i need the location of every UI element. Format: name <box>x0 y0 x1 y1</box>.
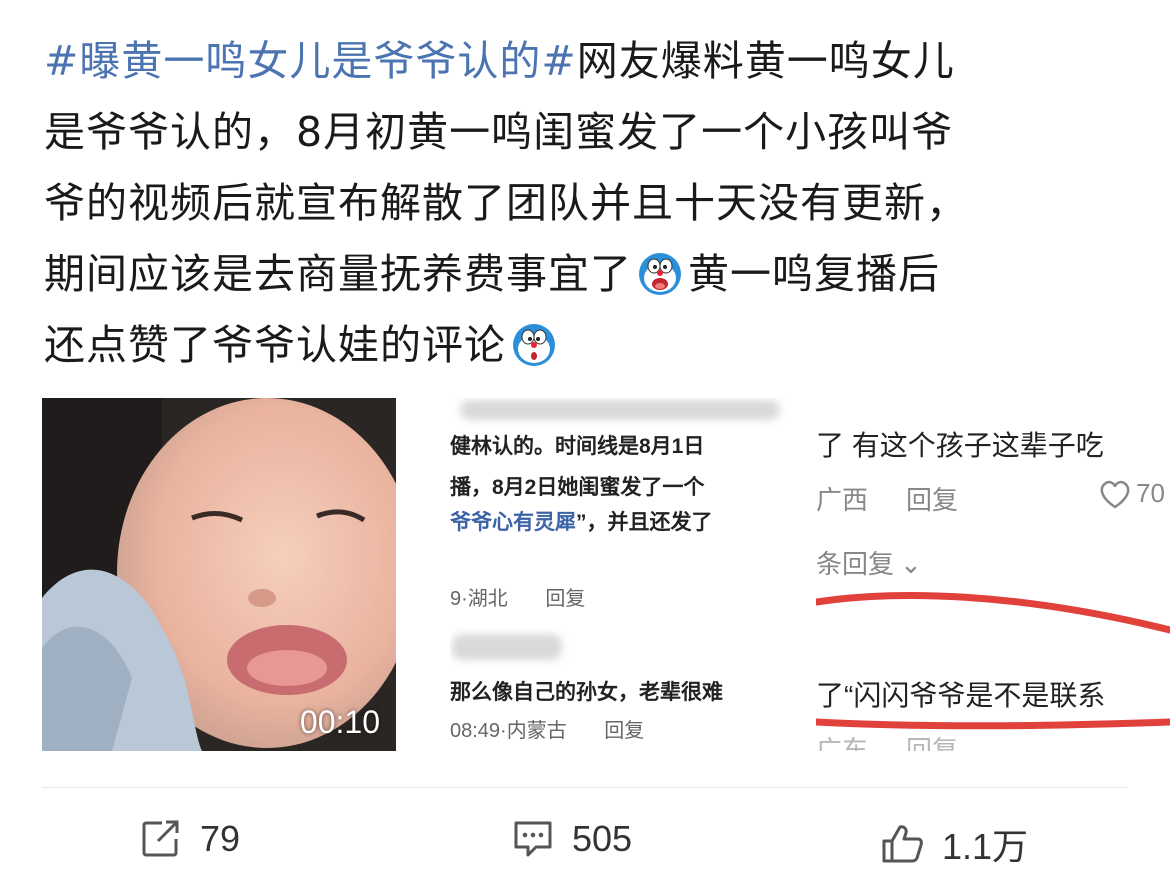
comment2-like[interactable]: 70 <box>1098 478 1165 509</box>
blurred-text <box>460 400 780 420</box>
doraemon-surprised-emoji <box>512 318 556 366</box>
hashtag-link[interactable]: #曝黄一鸣女儿是爷爷认的# <box>44 37 577 85</box>
more-replies[interactable]: 条回复 ⌄ <box>816 544 922 581</box>
thumbs-up-icon <box>882 825 923 863</box>
reply-link[interactable]: 回复 <box>545 588 585 610</box>
comment-icon <box>514 821 552 857</box>
chevron-down-icon: ⌄ <box>900 549 922 579</box>
repost-button[interactable]: 79 <box>140 818 240 860</box>
comment-screenshot-2[interactable]: 了 有这个孩子这辈子吃 广西 回复 70 条回复 ⌄ 了“闪闪爷爷是不是联系 广东… <box>816 398 1170 751</box>
red-annotation-stroke-top <box>816 592 1170 634</box>
repost-count: 79 <box>200 818 241 859</box>
video-duration: 00:10 <box>299 704 380 740</box>
post-line-5: 还点赞了爷爷认娃的评论 <box>44 310 1134 381</box>
post-line-4: 期间应该是去商量抚养费事宜了 黄一鸣复播后 <box>44 239 1134 310</box>
media-grid: 00:10 健林认的。时间线是8月1日 播，8月2日她闺蜜发了一个 爷爷心有灵犀… <box>42 398 1170 751</box>
action-bar: 79 505 1.1万 <box>0 800 1170 882</box>
like-button[interactable]: 1.1万 <box>880 818 1028 870</box>
red-annotation-stroke-bottom <box>816 718 1170 730</box>
post-line-3: 爷的视频后就宣布解散了团队并且十天没有更新， <box>44 179 968 227</box>
baby-video-frame <box>42 398 396 751</box>
repost-icon <box>142 820 179 857</box>
reply-link[interactable]: 回复 <box>906 480 958 517</box>
comment-screenshot-1[interactable]: 健林认的。时间线是8月1日 播，8月2日她闺蜜发了一个 爷爷心有灵犀”，并且还发… <box>450 398 805 751</box>
heart-icon <box>1100 480 1130 509</box>
comment1-line3: 爷爷心有灵犀”，并且还发了 <box>450 511 713 534</box>
comment-count: 505 <box>572 818 633 859</box>
post-line-2: 是爷爷认的，8月初黄一鸣闺蜜发了一个小孩叫爷 <box>44 108 954 156</box>
like-count: 1.1万 <box>942 826 1029 867</box>
comment-button[interactable]: 505 <box>512 818 632 860</box>
divider <box>42 787 1128 788</box>
doraemon-shocked-emoji <box>638 247 682 295</box>
reply-link[interactable]: 回复 <box>604 720 644 742</box>
post-line-1: #曝黄一鸣女儿是爷爷认的#网友爆料黄一鸣女儿 <box>44 37 955 85</box>
video-thumbnail[interactable]: 00:10 <box>42 398 396 751</box>
blurred-avatar <box>452 634 562 660</box>
post-text: #曝黄一鸣女儿是爷爷认的#网友爆料黄一鸣女儿 是爷爷认的，8月初黄一鸣闺蜜发了一… <box>44 26 1134 381</box>
